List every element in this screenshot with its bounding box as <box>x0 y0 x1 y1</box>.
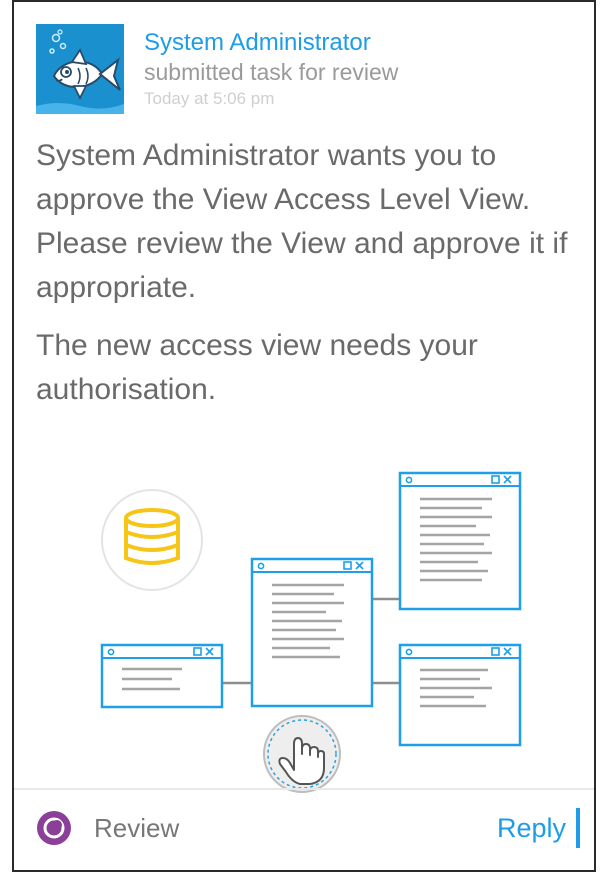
view-window-icon <box>398 471 522 611</box>
message-paragraph: System Administrator wants you to approv… <box>36 139 568 304</box>
reply-button[interactable]: Reply <box>497 808 580 848</box>
review-button[interactable]: Review <box>36 808 179 848</box>
hand-pointer-icon <box>263 715 341 793</box>
activity-header: System Administrator submitted task for … <box>144 28 584 112</box>
task-activity-card: System Administrator submitted task for … <box>12 0 596 872</box>
review-label: Review <box>94 812 180 843</box>
avatar <box>36 24 124 114</box>
activity-timestamp: Today at 5:06 pm <box>144 89 275 108</box>
reply-label: Reply <box>496 812 566 843</box>
view-window-icon <box>250 557 374 708</box>
reply-accent-bar <box>576 808 580 848</box>
database-icon <box>101 489 203 591</box>
message-paragraph: The new access view needs your authorisa… <box>36 329 478 406</box>
sender-name-link[interactable]: System Administrator <box>144 28 584 58</box>
view-window-icon <box>100 643 224 709</box>
review-status-icon <box>37 811 71 845</box>
view-window-icon <box>398 643 522 747</box>
connector-lines <box>222 597 400 685</box>
activity-action: submitted task for review <box>144 59 399 85</box>
fish-avatar-icon <box>36 24 124 114</box>
footer-divider <box>14 788 594 790</box>
message-body: System Administrator wants you to approv… <box>36 134 594 426</box>
access-view-illustration <box>100 471 522 793</box>
